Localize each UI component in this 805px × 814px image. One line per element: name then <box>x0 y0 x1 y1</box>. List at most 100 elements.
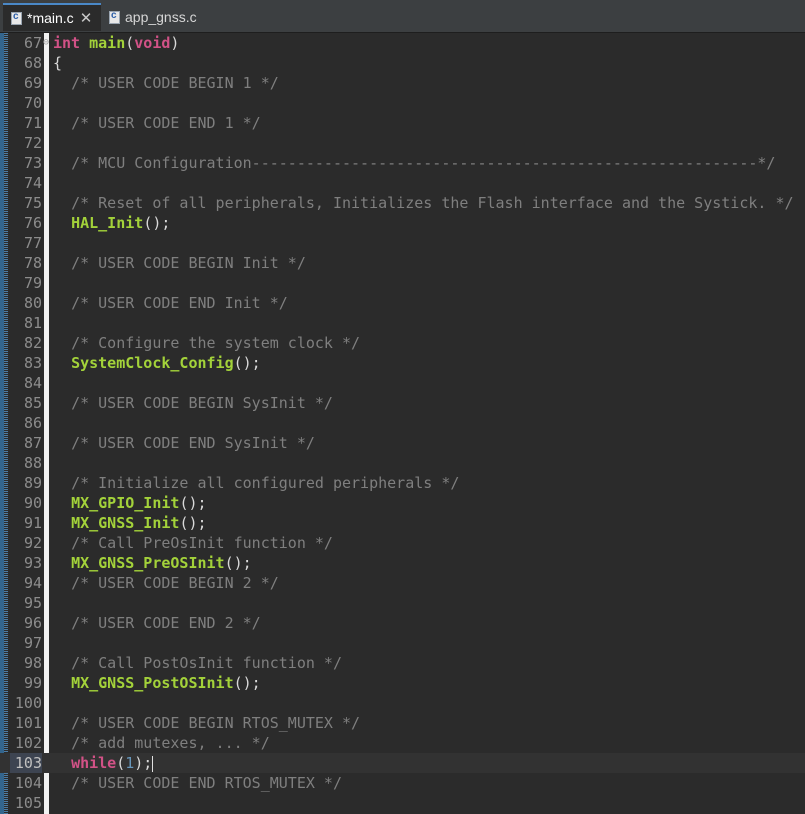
code-line[interactable]: 87 /* USER CODE END SysInit */ <box>0 433 805 453</box>
line-number: 84 <box>23 374 42 392</box>
code-line[interactable]: 73 /* MCU Configuration-----------------… <box>0 153 805 173</box>
line-number: 96 <box>23 614 42 632</box>
line-number: 91 <box>23 514 42 532</box>
code-line[interactable]: 78 /* USER CODE BEGIN Init */ <box>0 253 805 273</box>
code-line[interactable]: 79 <box>0 273 805 293</box>
code-lines[interactable]: 67 ⊖ int main(void) 68 {69 /* USER CODE BEGI… <box>0 33 805 813</box>
code-text[interactable]: { <box>53 53 62 73</box>
code-line[interactable]: 75 /* Reset of all peripherals, Initiali… <box>0 193 805 213</box>
line-number: 98 <box>23 654 42 672</box>
code-line[interactable]: 105 <box>0 793 805 813</box>
code-text[interactable]: while(1); <box>53 753 154 773</box>
line-number: 79 <box>23 274 42 292</box>
code-text[interactable]: /* USER CODE BEGIN 2 */ <box>53 573 279 593</box>
tab-label: app_gnss.c <box>125 9 197 25</box>
line-number: 90 <box>23 494 42 512</box>
code-line[interactable]: 76 HAL_Init(); <box>0 213 805 233</box>
code-line[interactable]: 93 MX_GNSS_PreOSInit(); <box>0 553 805 573</box>
code-text[interactable]: /* Call PostOsInit function */ <box>53 653 342 673</box>
line-number: 89 <box>23 474 42 492</box>
code-text[interactable]: /* USER CODE END 2 */ <box>53 613 261 633</box>
code-line[interactable]: 82 /* Configure the system clock */ <box>0 333 805 353</box>
code-line[interactable]: 83 SystemClock_Config(); <box>0 353 805 373</box>
code-text[interactable]: int main(void) <box>53 33 179 53</box>
code-line[interactable]: 102 /* add mutexes, ... */ <box>0 733 805 753</box>
line-number: 97 <box>23 634 42 652</box>
code-line[interactable]: 97 <box>0 633 805 653</box>
code-text[interactable]: HAL_Init(); <box>53 213 170 233</box>
code-line[interactable]: 90 MX_GPIO_Init(); <box>0 493 805 513</box>
code-line[interactable]: 84 <box>0 373 805 393</box>
code-line[interactable]: 67 ⊖ int main(void) <box>0 33 805 53</box>
code-text[interactable]: MX_GPIO_Init(); <box>53 493 206 513</box>
code-line[interactable]: 98 /* Call PostOsInit function */ <box>0 653 805 673</box>
line-number: 82 <box>23 334 42 352</box>
tab-app-gnss-c[interactable]: app_gnss.c <box>101 3 211 31</box>
close-icon[interactable]: ✕ <box>80 9 93 27</box>
code-line[interactable]: 77 <box>0 233 805 253</box>
code-line[interactable]: 100 <box>0 693 805 713</box>
code-line[interactable]: 72 <box>0 133 805 153</box>
text-cursor <box>152 755 154 772</box>
code-line[interactable]: 88 <box>0 453 805 473</box>
code-line[interactable]: 96 /* USER CODE END 2 */ <box>0 613 805 633</box>
code-text[interactable]: /* Initialize all configured peripherals… <box>53 473 459 493</box>
line-number: 69 <box>23 74 42 92</box>
code-editor[interactable]: 67 ⊖ int main(void) 68 {69 /* USER CODE BEGI… <box>0 33 805 814</box>
code-line[interactable]: 94 /* USER CODE BEGIN 2 */ <box>0 573 805 593</box>
code-line[interactable]: 70 <box>0 93 805 113</box>
code-line[interactable]: 99 MX_GNSS_PostOSInit(); <box>0 673 805 693</box>
code-text[interactable]: MX_GNSS_Init(); <box>53 513 206 533</box>
tab-label: *main.c <box>27 10 74 26</box>
code-text[interactable]: /* USER CODE BEGIN RTOS_MUTEX */ <box>53 713 360 733</box>
code-text[interactable]: MX_GNSS_PostOSInit(); <box>53 673 261 693</box>
code-text[interactable]: /* Configure the system clock */ <box>53 333 360 353</box>
line-number: 74 <box>23 174 42 192</box>
code-text[interactable]: /* USER CODE BEGIN Init */ <box>53 253 306 273</box>
line-number: 83 <box>23 354 42 372</box>
line-number: 103 <box>10 753 42 773</box>
code-line[interactable]: 103 while(1); <box>0 753 805 773</box>
code-text[interactable]: /* USER CODE END RTOS_MUTEX */ <box>53 773 342 793</box>
code-line[interactable]: 80 /* USER CODE END Init */ <box>0 293 805 313</box>
code-line[interactable]: 89 /* Initialize all configured peripher… <box>0 473 805 493</box>
code-line[interactable]: 71 /* USER CODE END 1 */ <box>0 113 805 133</box>
code-line[interactable]: 81 <box>0 313 805 333</box>
line-number: 99 <box>23 674 42 692</box>
line-number: 100 <box>14 694 42 712</box>
code-text[interactable]: MX_GNSS_PreOSInit(); <box>53 553 252 573</box>
line-number: 73 <box>23 154 42 172</box>
code-line[interactable]: 104 /* USER CODE END RTOS_MUTEX */ <box>0 773 805 793</box>
line-number: 85 <box>23 394 42 412</box>
line-number: 70 <box>23 94 42 112</box>
code-text[interactable]: /* MCU Configuration--------------------… <box>53 153 775 173</box>
code-text[interactable]: SystemClock_Config(); <box>53 353 261 373</box>
code-line[interactable]: 68 { <box>0 53 805 73</box>
code-line[interactable]: 69 /* USER CODE BEGIN 1 */ <box>0 73 805 93</box>
c-file-icon <box>11 11 22 25</box>
line-number: 92 <box>23 534 42 552</box>
code-text[interactable]: /* USER CODE END Init */ <box>53 293 288 313</box>
line-number: 68 <box>23 54 42 72</box>
code-line[interactable]: 95 <box>0 593 805 613</box>
code-text[interactable]: /* USER CODE END SysInit */ <box>53 433 315 453</box>
fold-toggle-icon[interactable]: ⊖ <box>43 33 49 53</box>
line-number: 72 <box>23 134 42 152</box>
code-line[interactable]: 92 /* Call PreOsInit function */ <box>0 533 805 553</box>
editor-tab-bar: *main.c ✕ app_gnss.c <box>0 0 805 33</box>
code-text[interactable]: /* USER CODE BEGIN SysInit */ <box>53 393 333 413</box>
code-text[interactable]: /* USER CODE END 1 */ <box>53 113 261 133</box>
line-number: 81 <box>23 314 42 332</box>
code-text[interactable]: /* Reset of all peripherals, Initializes… <box>53 193 793 213</box>
code-line[interactable]: 101 /* USER CODE BEGIN RTOS_MUTEX */ <box>0 713 805 733</box>
code-text[interactable]: /* USER CODE BEGIN 1 */ <box>53 73 279 93</box>
code-text[interactable]: /* Call PreOsInit function */ <box>53 533 333 553</box>
code-text[interactable]: /* add mutexes, ... */ <box>53 733 270 753</box>
code-line[interactable]: 91 MX_GNSS_Init(); <box>0 513 805 533</box>
line-number: 78 <box>23 254 42 272</box>
tab-main-c[interactable]: *main.c ✕ <box>3 3 101 31</box>
code-line[interactable]: 86 <box>0 413 805 433</box>
code-line[interactable]: 74 <box>0 173 805 193</box>
line-number: 80 <box>23 294 42 312</box>
code-line[interactable]: 85 /* USER CODE BEGIN SysInit */ <box>0 393 805 413</box>
